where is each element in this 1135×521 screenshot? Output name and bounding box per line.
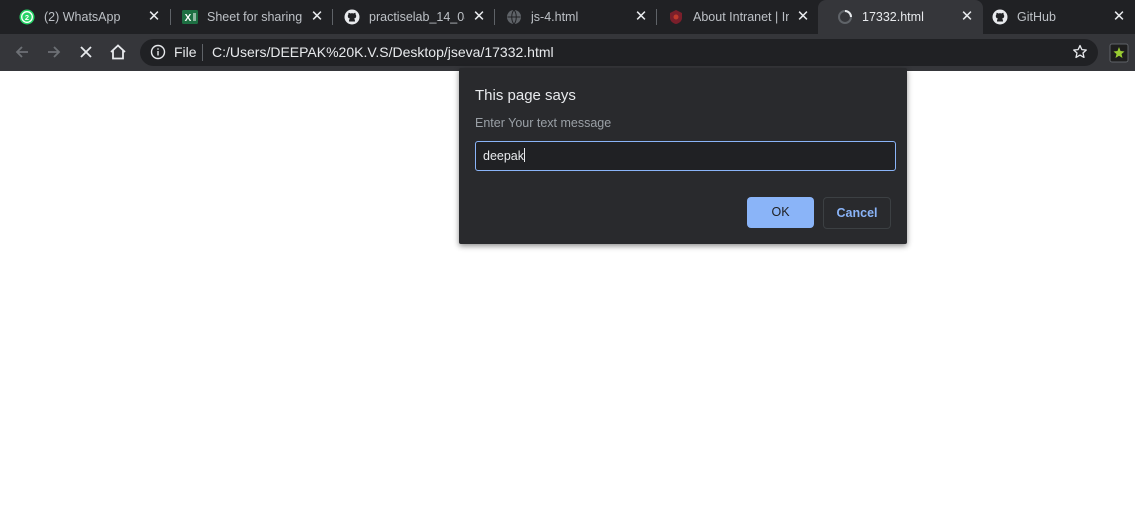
- info-icon[interactable]: [150, 44, 166, 65]
- bookmark-star-icon[interactable]: [1072, 44, 1088, 65]
- tab-practiselab[interactable]: practiselab_14_08_ ✕: [325, 0, 495, 34]
- close-icon[interactable]: ✕: [1112, 9, 1126, 24]
- home-button[interactable]: [104, 38, 132, 66]
- back-arrow-icon: [15, 46, 28, 58]
- close-icon[interactable]: ✕: [147, 9, 161, 24]
- extension-icon[interactable]: [1109, 43, 1129, 63]
- tab-github[interactable]: GitHub ✕: [973, 0, 1135, 34]
- intranet-icon: [668, 9, 684, 25]
- tab-intranet[interactable]: About Intranet | In ✕: [649, 0, 819, 34]
- back-button[interactable]: [8, 38, 36, 66]
- prompt-input-value: deepak: [483, 149, 525, 163]
- tab-label: About Intranet | In: [693, 10, 789, 24]
- close-icon[interactable]: ✕: [634, 9, 648, 24]
- tab-strip: 2 (2) WhatsApp ✕ X Sheet for sharing d ✕…: [0, 0, 1135, 34]
- scheme-label: File: [174, 44, 197, 60]
- home-icon: [110, 44, 126, 60]
- svg-text:2: 2: [25, 13, 29, 22]
- forward-button[interactable]: [40, 38, 68, 66]
- omnibox-divider: [202, 44, 203, 61]
- tab-17332-active[interactable]: 17332.html ✕: [818, 0, 983, 34]
- close-icon[interactable]: ✕: [310, 9, 324, 24]
- forward-arrow-icon: [48, 46, 61, 58]
- tab-sheet[interactable]: X Sheet for sharing d ✕: [163, 0, 333, 34]
- address-bar[interactable]: File C:/Users/DEEPAK%20K.V.S/Desktop/jse…: [140, 39, 1098, 66]
- stop-x-icon: [80, 46, 92, 58]
- prompt-dialog: This page says Enter Your text message d…: [459, 68, 907, 244]
- ok-button[interactable]: OK: [747, 197, 814, 228]
- close-icon[interactable]: ✕: [796, 9, 810, 24]
- dialog-message: Enter Your text message: [475, 116, 612, 130]
- whatsapp-icon: 2: [19, 9, 35, 25]
- excel-icon: X: [182, 9, 198, 25]
- close-icon[interactable]: ✕: [472, 9, 486, 24]
- tab-whatsapp[interactable]: 2 (2) WhatsApp ✕: [0, 0, 170, 34]
- github-icon: [992, 9, 1008, 25]
- tab-label: Sheet for sharing d: [207, 10, 303, 24]
- tab-js4[interactable]: js-4.html ✕: [487, 0, 657, 34]
- tab-label: practiselab_14_08_: [369, 10, 465, 24]
- close-icon[interactable]: ✕: [960, 9, 974, 24]
- loading-icon: [837, 9, 853, 25]
- svg-text:X: X: [185, 13, 192, 24]
- text-caret: [524, 148, 526, 162]
- url-text[interactable]: C:/Users/DEEPAK%20K.V.S/Desktop/jseva/17…: [212, 44, 554, 60]
- globe-icon: [506, 9, 522, 25]
- stop-button[interactable]: [72, 38, 100, 66]
- github-icon: [344, 9, 360, 25]
- cancel-button[interactable]: Cancel: [823, 197, 891, 229]
- prompt-text-input[interactable]: deepak: [475, 141, 896, 171]
- dialog-title: This page says: [475, 87, 576, 104]
